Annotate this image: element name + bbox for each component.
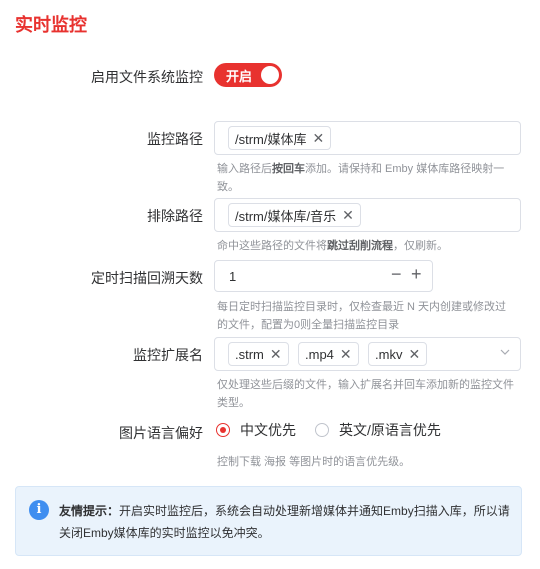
radio-option-english[interactable]: 英文/原语言优先 <box>315 420 441 440</box>
scan-days-value[interactable]: 1 <box>229 269 236 284</box>
tag-label: .strm <box>235 346 264 362</box>
monitor-path-tag: /strm/媒体库 ✕ <box>228 126 332 150</box>
image-lang-label: 图片语言偏好 <box>119 425 203 441</box>
radio-button[interactable] <box>216 423 230 437</box>
radio-button[interactable] <box>315 423 329 437</box>
fs-monitor-switch[interactable]: 开启 <box>214 63 282 87</box>
close-icon[interactable]: ✕ <box>340 346 352 363</box>
extension-tag: .mkv ✕ <box>368 342 428 366</box>
scan-days-label: 定时扫描回溯天数 <box>91 270 203 286</box>
monitor-paths-input[interactable]: /strm/媒体库 ✕ <box>214 121 521 155</box>
plus-icon[interactable]: + <box>411 264 422 285</box>
switch-knob <box>261 66 279 84</box>
exclude-paths-label: 排除路径 <box>147 208 203 224</box>
tag-label: /strm/媒体库/音乐 <box>235 208 337 224</box>
radio-option-chinese[interactable]: 中文优先 <box>216 420 296 440</box>
info-icon: i <box>29 500 49 520</box>
chevron-down-icon[interactable] <box>500 347 510 357</box>
extensions-label: 监控扩展名 <box>133 347 203 363</box>
radio-label: 英文/原语言优先 <box>339 422 441 438</box>
minus-icon[interactable]: − <box>391 264 402 285</box>
close-icon[interactable]: ✕ <box>270 346 282 363</box>
scan-days-stepper[interactable]: 1 − + <box>214 260 433 292</box>
info-alert: i 友情提示：开启实时监控后，系统会自动处理新增媒体并通知Emby扫描入库，所以… <box>15 486 522 556</box>
monitor-paths-label: 监控路径 <box>147 131 203 147</box>
close-icon[interactable]: ✕ <box>313 130 325 147</box>
extension-tag: .strm ✕ <box>228 342 289 366</box>
exclude-path-tag: /strm/媒体库/音乐 ✕ <box>228 203 361 227</box>
extension-tag: .mp4 ✕ <box>298 342 359 366</box>
close-icon[interactable]: ✕ <box>408 346 420 363</box>
exclude-paths-input[interactable]: /strm/媒体库/音乐 ✕ <box>214 198 521 232</box>
exclude-paths-help: 命中这些路径的文件将跳过刮削流程，仅刷新。 <box>217 240 448 252</box>
tag-label: .mp4 <box>305 346 334 362</box>
extensions-help: 仅处理这些后缀的文件，输入扩展名并回车添加新的监控文件类型。 <box>217 379 514 409</box>
alert-text: 友情提示：开启实时监控后，系统会自动处理新增媒体并通知Emby扫描入库，所以请关… <box>59 504 510 540</box>
fs-monitor-label: 启用文件系统监控 <box>91 69 203 85</box>
section-title: 实时监控 <box>15 15 87 35</box>
radio-label: 中文优先 <box>240 422 296 438</box>
scan-days-help: 每日定时扫描监控目录时，仅检查最近 N 天内创建或修改过的文件，配置为0则全量扫… <box>217 301 507 331</box>
tag-label: /strm/媒体库 <box>235 131 307 147</box>
image-lang-help: 控制下载 海报 等图片时的语言优先级。 <box>217 456 411 468</box>
monitor-paths-help: 输入路径后按回车添加。请保持和 Emby 媒体库路径映射一致。 <box>217 163 505 193</box>
close-icon[interactable]: ✕ <box>342 207 354 224</box>
switch-text: 开启 <box>226 68 253 84</box>
tag-label: .mkv <box>375 346 403 362</box>
extensions-select[interactable]: .strm ✕ .mp4 ✕ .mkv ✕ <box>214 337 521 371</box>
